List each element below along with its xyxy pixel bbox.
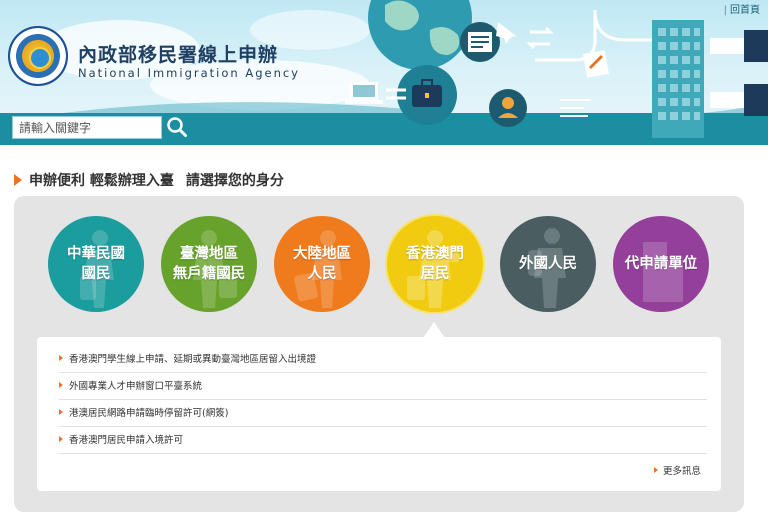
bullet-arrow-icon	[653, 467, 658, 473]
search-input[interactable]	[12, 116, 162, 139]
list-item[interactable]: 香港澳門居民申請入境許可	[59, 428, 707, 454]
home-link[interactable]: | 回首頁	[724, 1, 760, 16]
agency-logo	[8, 26, 68, 86]
more-info-link[interactable]: 更多訊息	[653, 463, 701, 477]
identity-hk-macau-button[interactable]: 香港澳門 居民	[387, 216, 483, 312]
section-heading: 申辦便利 輕鬆辦理入臺 請選擇您的身分	[14, 170, 284, 190]
section-title: 申辦便利 輕鬆辦理入臺	[29, 173, 174, 189]
bullet-arrow-icon	[59, 436, 63, 442]
site-title: 內政部移民署線上申辦	[78, 44, 279, 66]
identity-foreigner-button[interactable]: 外國人民	[500, 216, 596, 312]
bullet-arrow-icon	[59, 355, 63, 361]
header-banner: | 回首頁 內政部移民署線上申辦 National Immigration Age…	[0, 0, 768, 145]
identity-taiwan-no-household-button[interactable]: 臺灣地區 無戶籍國民	[161, 216, 257, 312]
bullet-arrow-icon	[59, 409, 63, 415]
service-list: 香港澳門學生線上申請、延期或異動臺灣地區居留入出境證 外國專業人才申辦窗口平臺系…	[37, 337, 721, 491]
immigration-illustration	[345, 0, 768, 138]
search-icon[interactable]	[166, 116, 188, 138]
identity-agent-unit-button[interactable]: 代申請單位	[613, 216, 709, 312]
list-item[interactable]: 外國專業人才申辦窗口平臺系統	[59, 374, 707, 400]
identity-mainland-button[interactable]: 大陸地區 人民	[274, 216, 370, 312]
arrow-right-icon	[14, 174, 22, 186]
section-subtitle: 請選擇您的身分	[185, 173, 284, 189]
list-item[interactable]: 港澳居民網路申請臨時停留許可(網簽)	[59, 401, 707, 427]
bullet-arrow-icon	[59, 382, 63, 388]
site-subtitle: National Immigration Agency	[78, 66, 300, 80]
identity-roc-national-button[interactable]: 中華民國 國民	[48, 216, 144, 312]
selection-pointer	[423, 322, 445, 338]
list-item[interactable]: 香港澳門學生線上申請、延期或異動臺灣地區居留入出境證	[59, 347, 707, 373]
